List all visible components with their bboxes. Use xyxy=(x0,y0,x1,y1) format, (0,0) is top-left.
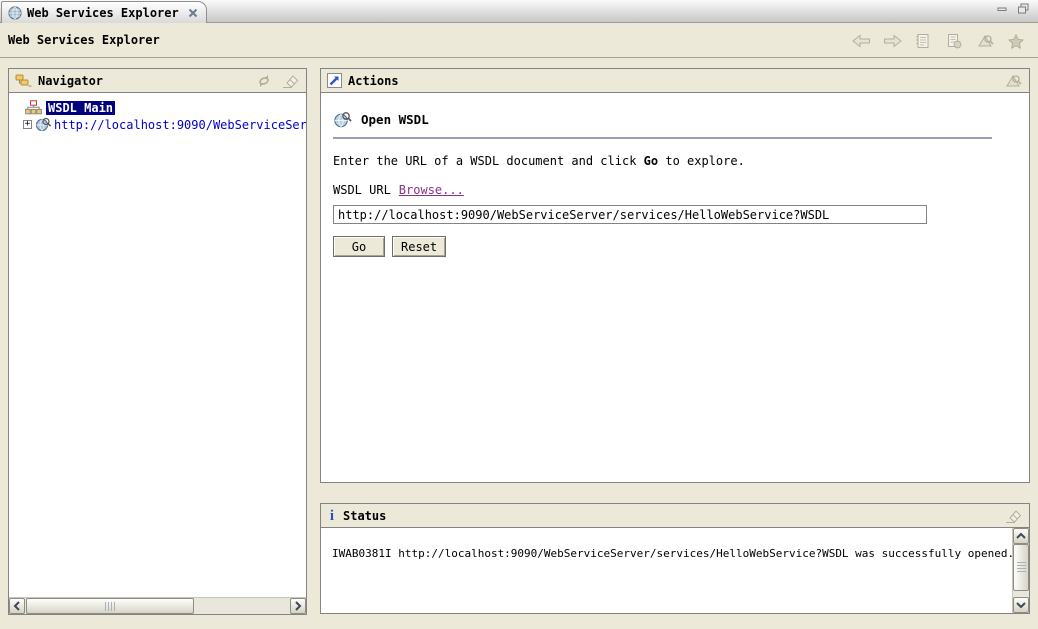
status-message: IWAB0381I http://localhost:9090/WebServi… xyxy=(321,528,1029,560)
web-services-explorer-window: { "tab": { "title": "Web Services Explor… xyxy=(0,0,1038,629)
info-icon: i xyxy=(327,509,337,523)
wsdl-url-input[interactable] xyxy=(333,205,927,224)
horizontal-scrollbar[interactable] xyxy=(9,597,306,614)
close-icon[interactable] xyxy=(188,8,198,18)
document-status-icon[interactable] xyxy=(942,30,966,52)
wsdl-page-icon[interactable] xyxy=(973,30,997,52)
tab-title: Web Services Explorer xyxy=(27,6,179,20)
status-header: i Status xyxy=(321,504,1029,528)
scroll-right-icon[interactable] xyxy=(290,598,306,614)
thumb-grip xyxy=(105,602,116,611)
expand-plus-icon[interactable]: + xyxy=(23,120,32,129)
navigator-icon xyxy=(15,74,32,87)
actions-header: Actions xyxy=(321,69,1029,93)
navigator-tree-area: WSDL Main + http://localhost:9090/WebSer… xyxy=(9,93,306,614)
navigator-header: Navigator xyxy=(9,69,306,93)
section-separator xyxy=(333,137,992,139)
minimize-icon[interactable] xyxy=(996,3,1009,14)
wsdl-service-icon xyxy=(35,117,51,132)
toolbar-title: Web Services Explorer xyxy=(8,33,160,47)
scroll-left-icon[interactable] xyxy=(9,598,25,614)
navigator-tree: WSDL Main + http://localhost:9090/WebSer… xyxy=(9,93,306,133)
favorites-star-icon[interactable] xyxy=(1004,30,1028,52)
browse-link[interactable]: Browse... xyxy=(399,183,464,197)
globe-icon xyxy=(8,6,22,20)
tree-item-label: http://localhost:9090/WebServiceServer/s… xyxy=(54,118,306,132)
toolbar-icon-group xyxy=(849,30,1028,52)
status-content: IWAB0381I http://localhost:9090/WebServi… xyxy=(321,528,1029,613)
thumb-grip xyxy=(1017,562,1026,573)
vertical-scrollbar[interactable] xyxy=(1012,528,1029,613)
status-title: Status xyxy=(343,509,386,523)
editor-tab-bar: Web Services Explorer xyxy=(0,0,1038,23)
refresh-icon[interactable] xyxy=(254,72,274,90)
tab-web-services-explorer[interactable]: Web Services Explorer xyxy=(1,1,207,23)
status-panel: i Status IWAB0381I http://localhost:9090… xyxy=(320,503,1030,614)
section-title: Open WSDL xyxy=(361,112,429,127)
scroll-down-icon[interactable] xyxy=(1013,597,1029,613)
eraser-icon[interactable] xyxy=(1003,507,1023,525)
instruction-go-word: Go xyxy=(644,154,658,168)
actions-content: Open WSDL Enter the URL of a WSDL docume… xyxy=(321,93,1029,482)
open-wsdl-icon xyxy=(333,111,352,128)
actions-icon xyxy=(327,73,342,88)
tree-item-wsdl-url[interactable]: + http://localhost:9090/WebServiceServer… xyxy=(9,116,306,133)
tree-item-label: WSDL Main xyxy=(46,101,115,115)
open-wsdl-section-header: Open WSDL xyxy=(333,111,1017,128)
eraser-icon[interactable] xyxy=(280,72,300,90)
restore-icon[interactable] xyxy=(1017,3,1030,14)
actions-panel: Actions Open WSDL Enter the URL of a WSD… xyxy=(320,68,1030,483)
instruction-pre: Enter the URL of a WSDL document and cli… xyxy=(333,154,644,168)
scroll-up-icon[interactable] xyxy=(1013,528,1029,544)
instruction-text: Enter the URL of a WSDL document and cli… xyxy=(333,154,1017,168)
view-toolbar: Web Services Explorer xyxy=(0,24,1038,58)
wsdl-url-label: WSDL URL xyxy=(333,183,391,197)
navigator-title: Navigator xyxy=(38,74,103,88)
history-list-icon[interactable] xyxy=(911,30,935,52)
navigator-panel: Navigator WSDL Main + http://localhost:9… xyxy=(8,68,307,615)
instruction-post: to explore. xyxy=(658,154,745,168)
scrollbar-thumb[interactable] xyxy=(26,598,194,614)
wsdl-url-row: WSDL URL Browse... xyxy=(333,183,1017,197)
window-controls xyxy=(996,3,1030,14)
wsdl-main-icon xyxy=(25,100,42,115)
wsdl-page-icon[interactable] xyxy=(1003,72,1023,90)
actions-title: Actions xyxy=(348,74,399,88)
button-row: Go Reset xyxy=(333,236,1017,257)
forward-icon[interactable] xyxy=(880,30,904,52)
tree-item-wsdl-main[interactable]: WSDL Main xyxy=(9,99,306,116)
reset-button[interactable]: Reset xyxy=(392,236,446,257)
back-icon[interactable] xyxy=(849,30,873,52)
scrollbar-thumb[interactable] xyxy=(1013,544,1029,591)
go-button[interactable]: Go xyxy=(333,236,385,257)
